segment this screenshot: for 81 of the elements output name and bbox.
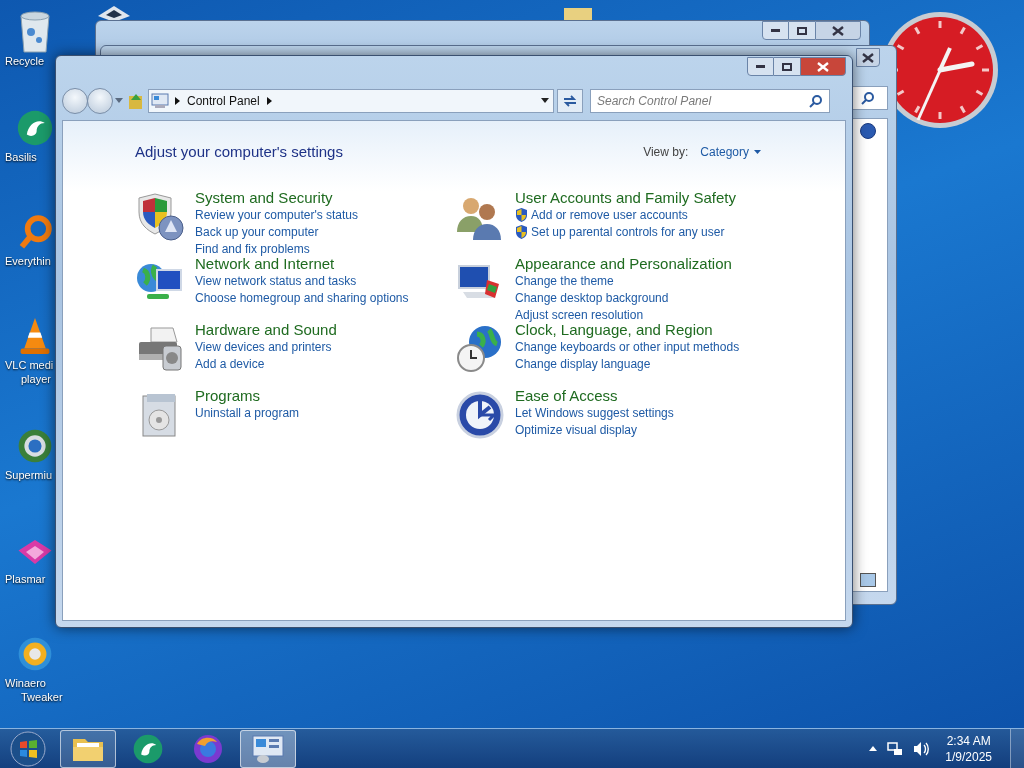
search-field[interactable]: Search Control Panel [590, 89, 830, 113]
shield-icon [515, 208, 528, 222]
dropdown-arrow-icon[interactable] [541, 98, 549, 104]
close-icon [862, 52, 874, 63]
desktop-icon-label[interactable]: Winaero [5, 676, 46, 690]
taskbar-button[interactable] [240, 729, 296, 768]
forward-button[interactable] [87, 88, 113, 114]
maximize-button[interactable] [789, 21, 815, 40]
close-button[interactable] [800, 57, 846, 76]
page-heading: Adjust your computer's settings [135, 142, 343, 162]
task-link[interactable]: Change keyboards or other input methods [515, 338, 740, 356]
desktop-icon-label[interactable]: Tweaker [21, 690, 63, 704]
task-link[interactable]: Choose homegroup and sharing options [195, 289, 409, 307]
close-button[interactable] [856, 48, 880, 67]
taskbar-button[interactable] [60, 729, 116, 768]
show-desktop-button[interactable] [1010, 728, 1024, 768]
volume-icon[interactable] [913, 740, 930, 757]
maximize-icon [782, 62, 792, 71]
desktop-icon-label[interactable]: player [21, 372, 51, 386]
view-by-label: View by: [643, 144, 689, 162]
control-panel-icon [151, 93, 169, 109]
desktop-icon-label[interactable]: Basilis [5, 150, 37, 164]
control-panel-icon [251, 733, 285, 764]
breadcrumb-label[interactable]: Control Panel [187, 92, 260, 110]
address-bar[interactable]: Control Panel [148, 89, 554, 113]
category-title-link[interactable]: System and Security [195, 187, 333, 207]
refresh-button[interactable] [557, 89, 583, 113]
minimize-icon [771, 29, 780, 32]
task-link[interactable]: Set up parental controls for any user [531, 223, 725, 241]
task-link[interactable]: Change display language [515, 355, 651, 373]
breadcrumb-arrow-icon[interactable] [266, 97, 272, 105]
task-link[interactable]: Add or remove user accounts [531, 206, 688, 224]
shield-icon [515, 225, 528, 239]
task-link[interactable]: Optimize visual display [515, 421, 638, 439]
breadcrumb-arrow-icon [175, 97, 180, 105]
task-link[interactable]: Change desktop background [515, 289, 669, 307]
category-title-link[interactable]: Hardware and Sound [195, 319, 337, 339]
caret-icon [754, 150, 761, 155]
task-link[interactable]: Back up your computer [195, 223, 319, 241]
shield-icon [135, 191, 185, 242]
show-hidden-icons-icon[interactable] [869, 746, 878, 751]
clock-date[interactable]: 1/9/2025 [945, 748, 992, 765]
back-button[interactable] [62, 88, 88, 114]
category-title-link[interactable]: User Accounts and Family Safety [515, 187, 736, 207]
close-button[interactable] [815, 21, 861, 40]
category-title-link[interactable]: Appearance and Personalization [515, 253, 732, 273]
category-title-link[interactable]: Programs [195, 385, 261, 405]
windows-orb-icon [10, 730, 46, 767]
task-link[interactable]: Uninstall a program [195, 404, 300, 422]
category-title-link[interactable]: Ease of Access [515, 385, 618, 405]
browser-icon [193, 733, 223, 764]
task-link[interactable]: View network status and tasks [195, 272, 357, 290]
search-icon [861, 91, 875, 105]
close-icon [817, 61, 829, 72]
close-icon [832, 25, 844, 36]
refresh-icon [563, 95, 577, 107]
desktop-icon-label[interactable]: Everythin [5, 254, 51, 268]
recycle-bin-icon [17, 10, 53, 54]
maximize-button[interactable] [774, 57, 800, 76]
clock-time[interactable]: 2:34 AM [946, 732, 991, 749]
task-link[interactable]: Adjust screen resolution [515, 306, 644, 324]
desktop-icon-label[interactable]: Plasmar [5, 572, 46, 586]
minimize-button[interactable] [747, 57, 774, 76]
task-link[interactable]: Add a device [195, 355, 265, 373]
lizard-app-icon [133, 733, 163, 764]
accessibility-icon [455, 389, 505, 440]
network-icon[interactable] [887, 740, 904, 757]
task-link[interactable]: View devices and printers [195, 338, 332, 356]
task-link[interactable]: Let Windows suggest settings [515, 404, 674, 422]
search-icon [809, 94, 823, 108]
task-link[interactable]: Change the theme [515, 272, 614, 290]
minimize-icon [756, 65, 765, 68]
minimize-button[interactable] [762, 21, 789, 40]
maximize-icon [797, 26, 807, 35]
view-icon[interactable] [860, 573, 876, 587]
desktop-icon-label[interactable]: Supermiu [5, 468, 53, 482]
view-by-dropdown[interactable]: Category [700, 143, 761, 162]
task-link[interactable]: Review your computer's status [195, 206, 359, 224]
search-input[interactable]: Search Control Panel [597, 92, 809, 110]
desktop-icon-label[interactable]: Recycle [5, 54, 45, 68]
desktop-icon-label[interactable]: VLC medi [5, 358, 54, 372]
